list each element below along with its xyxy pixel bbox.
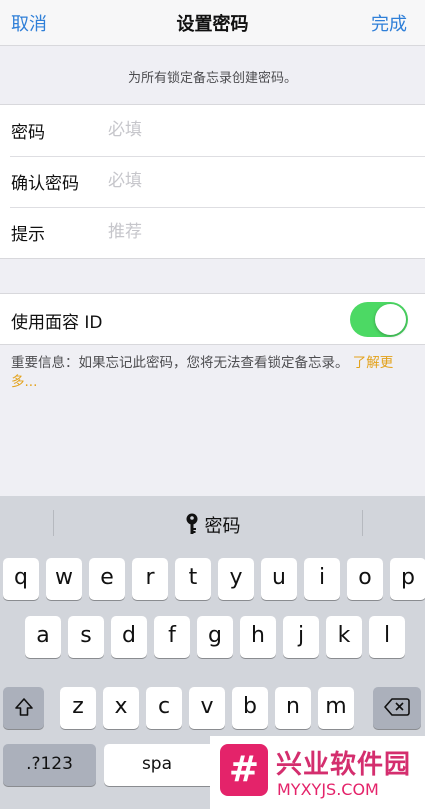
numbers-key[interactable]: .?123 (3, 744, 96, 786)
key-f[interactable]: f (154, 616, 190, 658)
key-l[interactable]: l (369, 616, 405, 658)
hint-row: 提示 (0, 207, 425, 258)
key-h[interactable]: h (240, 616, 276, 658)
key-w[interactable]: w (46, 558, 82, 600)
watermark: # 兴业软件园 MYXYJS.COM (210, 736, 425, 809)
key-y[interactable]: y (218, 558, 254, 600)
key-q[interactable]: q (3, 558, 39, 600)
key-a[interactable]: a (25, 616, 61, 658)
key-o[interactable]: o (347, 558, 383, 600)
key-v[interactable]: v (189, 687, 225, 729)
hint-label: 提示 (11, 225, 45, 245)
key-u[interactable]: u (261, 558, 297, 600)
password-suggestion[interactable]: 密码 (0, 512, 425, 540)
key-n[interactable]: n (275, 687, 311, 729)
key-i[interactable]: i (304, 558, 340, 600)
key-t[interactable]: t (175, 558, 211, 600)
password-form: 密码 确认密码 提示 (0, 104, 425, 259)
key-g[interactable]: g (197, 616, 233, 658)
space-key[interactable]: spa (104, 744, 210, 786)
key-p[interactable]: p (390, 558, 425, 600)
confirm-password-label: 确认密码 (11, 174, 79, 194)
page-title: 设置密码 (176, 14, 249, 35)
password-label: 密码 (11, 123, 45, 143)
done-button[interactable]: 完成 (371, 10, 407, 36)
watermark-url: MYXYJS.COM (277, 780, 379, 799)
shift-key[interactable] (3, 687, 44, 729)
navigation-bar: 取消 设置密码 完成 (0, 0, 425, 46)
faceid-label: 使用面容 ID (11, 313, 103, 333)
password-input[interactable] (108, 117, 408, 143)
key-x[interactable]: x (103, 687, 139, 729)
footer-note: 重要信息：如果忘记此密码，您将无法查看锁定备忘录。 了解更多... (11, 354, 406, 392)
watermark-name: 兴业软件园 (276, 750, 412, 780)
key-r[interactable]: r (132, 558, 168, 600)
faceid-toggle[interactable] (350, 302, 408, 337)
faceid-row: 使用面容 ID (0, 293, 425, 345)
key-icon (185, 513, 199, 540)
key-d[interactable]: d (111, 616, 147, 658)
key-k[interactable]: k (326, 616, 362, 658)
delete-key[interactable] (373, 687, 421, 729)
hint-input[interactable] (108, 219, 408, 245)
key-b[interactable]: b (232, 687, 268, 729)
key-j[interactable]: j (283, 616, 319, 658)
key-c[interactable]: c (146, 687, 182, 729)
key-z[interactable]: z (60, 687, 96, 729)
key-s[interactable]: s (68, 616, 104, 658)
header-note: 为所有锁定备忘录创建密码。 (127, 71, 297, 86)
suggestion-label: 密码 (204, 516, 241, 537)
suggestion-bar: 密码 (0, 496, 425, 551)
delete-icon (384, 698, 410, 716)
shift-icon (14, 698, 33, 716)
confirm-password-row: 确认密码 (0, 156, 425, 207)
password-row: 密码 (0, 105, 425, 156)
watermark-logo: # (220, 744, 268, 796)
footer-note-text: 重要信息：如果忘记此密码，您将无法查看锁定备忘录。 (11, 355, 349, 371)
confirm-password-input[interactable] (108, 168, 408, 194)
key-m[interactable]: m (318, 687, 354, 729)
key-e[interactable]: e (89, 558, 125, 600)
toggle-knob (375, 304, 406, 335)
